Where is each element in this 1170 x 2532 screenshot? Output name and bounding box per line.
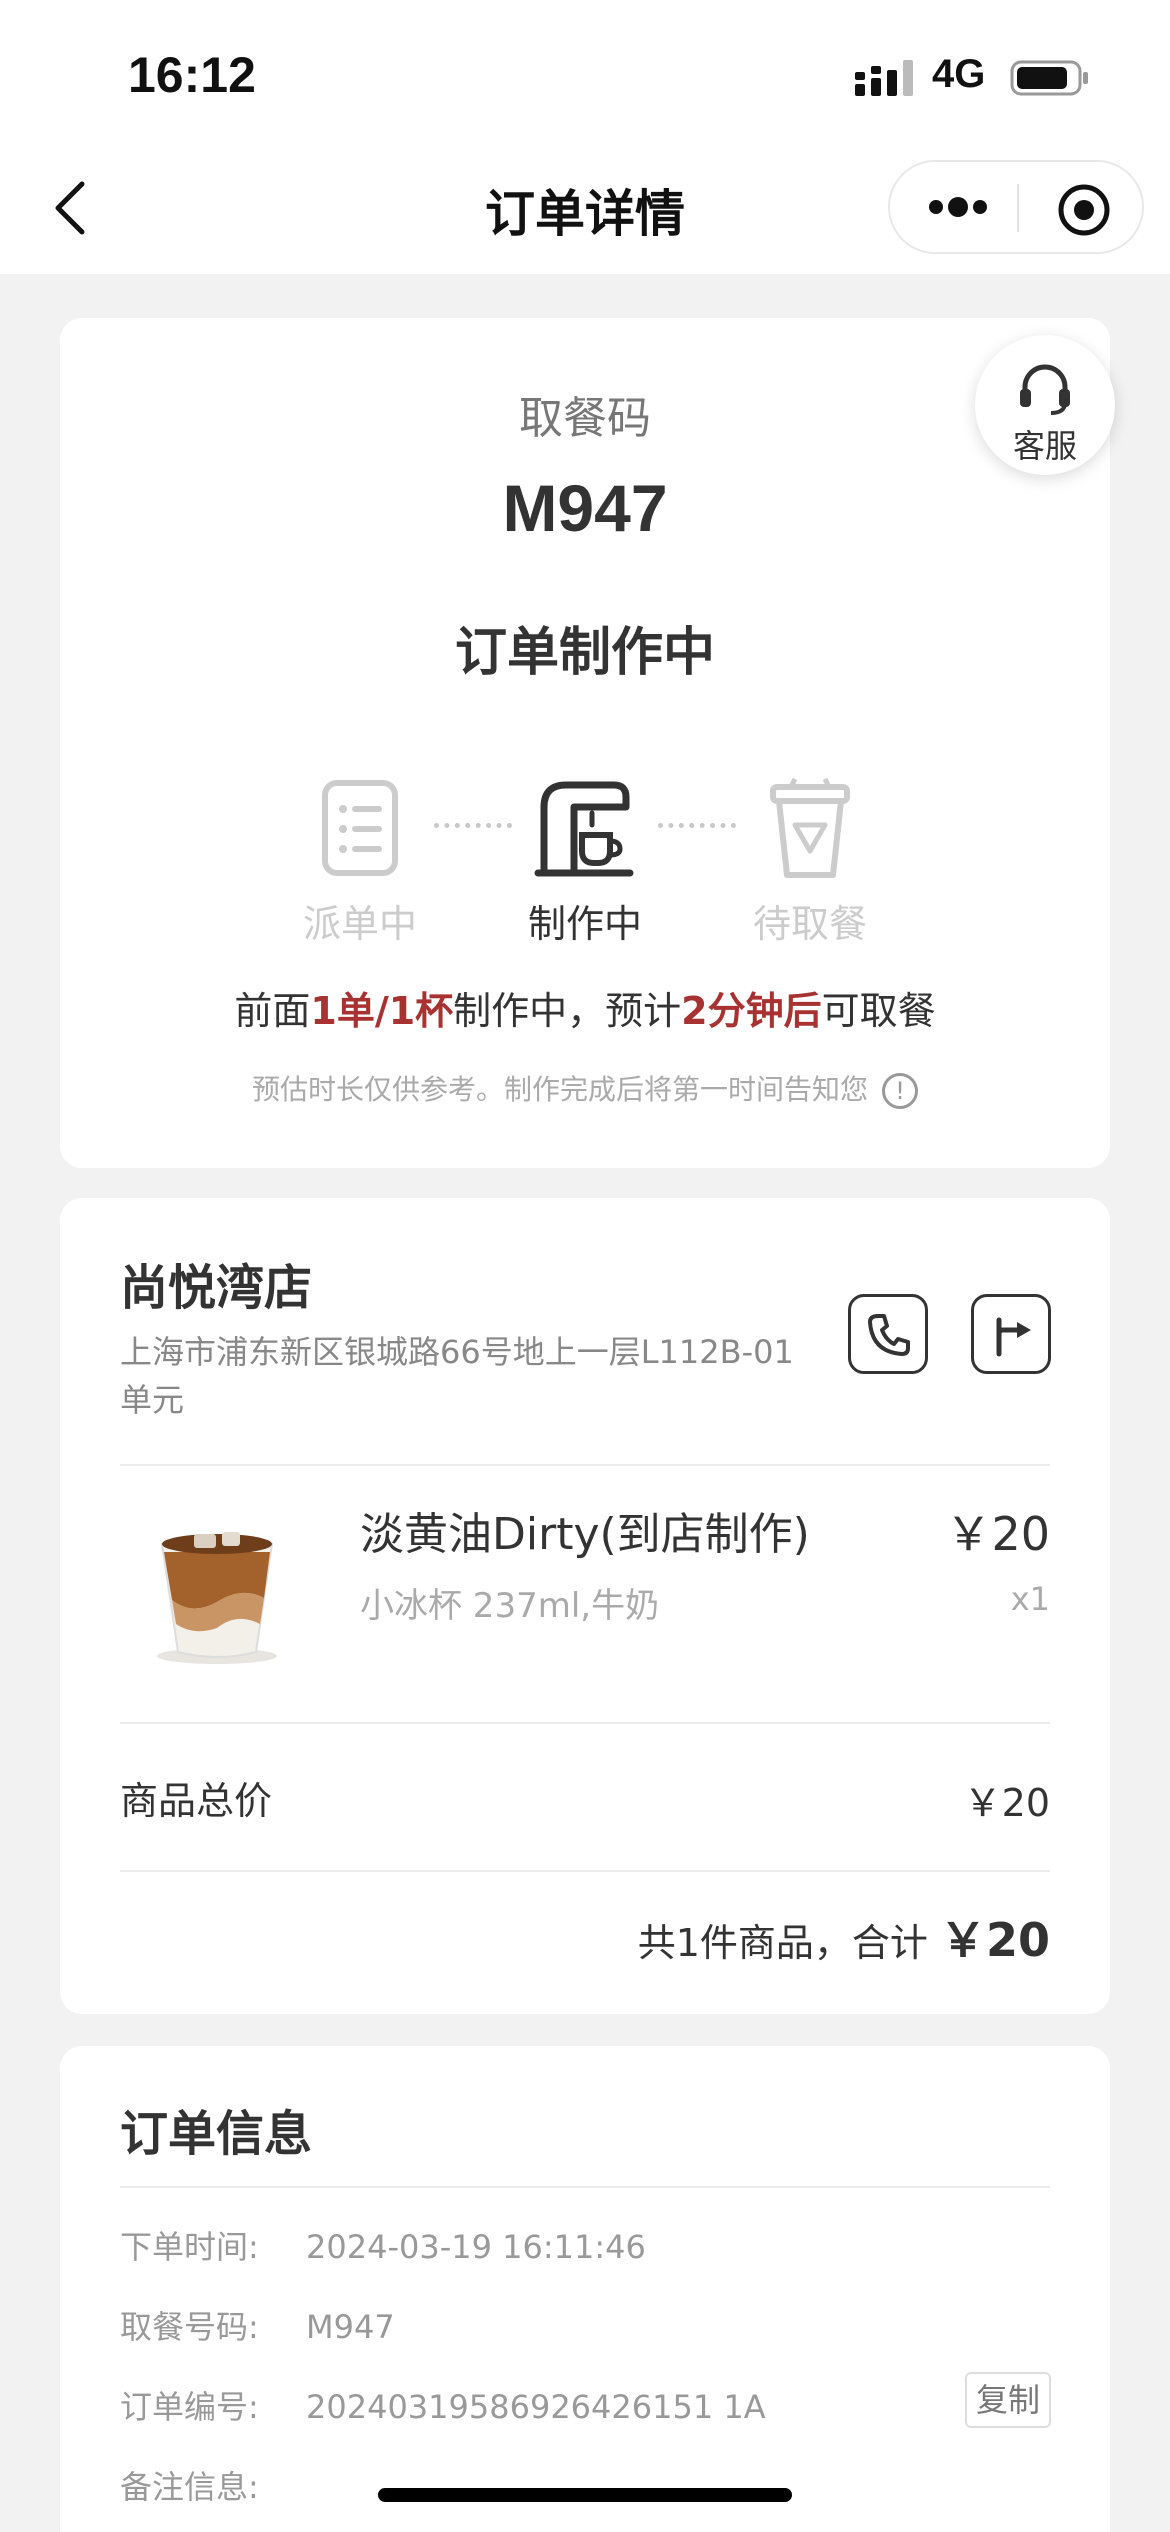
step-label: 制作中 [527,902,642,946]
info-row-pickup-number: 取餐号码: M947 [120,2302,395,2348]
product-image [157,1532,277,1664]
info-row-order-number: 订单编号: 20240319586926426151 1A [120,2382,766,2428]
order-status: 订单制作中 [454,623,715,683]
order-info-card: 订单信息 下单时间: 2024-03-19 16:11:46 取餐号码: M947 … [60,2046,1110,2532]
step-label: 派单中 [302,902,417,946]
order-info-title: 订单信息 [120,2106,313,2162]
order-list-icon [322,780,398,876]
subtotal-label: 商品总价 [120,1779,273,1823]
subtotal-value: ￥20 [963,1781,1050,1825]
store-product-card: 尚悦湾店 上海市浦东新区银城路66号地上一层L112B-01单元 淡黄油Dirt… [60,1198,1110,2014]
divider [120,1722,1050,1724]
info-row-remarks: 备注信息: [120,2462,306,2508]
pickup-code: M947 [502,471,668,545]
status-time: 16:12 [128,47,256,103]
capsule-divider [1017,184,1019,232]
status-bar: 16:12 4G [0,0,1170,150]
takeaway-cup-icon [770,777,850,878]
info-row-order-time: 下单时间: 2024-03-19 16:11:46 [120,2222,646,2268]
queue-count: 1单/1杯 [310,989,454,1033]
step-ready-for-pickup: 待取餐 [710,773,910,948]
estimate-hint: 预估时长仅供参考。制作完成后将第一时间告知您! [60,1068,1110,1109]
step-making: 制作中 [485,773,685,948]
info-value: M947 [306,2308,395,2346]
queue-suffix: 可取餐 [821,989,936,1033]
info-key: 取餐号码: [120,2308,259,2346]
coffee-machine-icon [534,781,634,877]
home-indicator [378,2488,792,2502]
queue-prefix: 前面 [234,989,311,1033]
store-address: 上海市浦东新区银城路66号地上一层L112B-01单元 [120,1333,794,1419]
pickup-code-label: 取餐码 [519,393,651,444]
info-icon[interactable]: ! [882,1073,918,1109]
navigation-icon [996,1317,1031,1357]
order-total: 共1件商品，合计 ￥20 [638,1904,1050,1970]
divider [120,1464,1050,1466]
pickup-status-card: 客服 取餐码 M947 订单制作中 派单中 制作中 待取餐 前面1单/1杯制作中… [60,318,1115,1168]
step-label: 待取餐 [752,902,867,946]
store-name: 尚悦湾店 [120,1260,313,1316]
info-value: 20240319586926426151 1A [306,2388,766,2426]
close-miniprogram-icon[interactable] [1056,182,1112,238]
copy-order-number-button[interactable]: 复制 [965,2372,1051,2428]
network-type: 4G [932,52,986,96]
phone-icon [868,1314,910,1356]
info-value: 2024-03-19 16:11:46 [306,2228,646,2266]
miniprogram-capsule [888,160,1144,254]
nav-bar: 订单详情 [0,150,1170,274]
navigate-button[interactable] [971,1294,1051,1374]
product-spec: 小冰杯 237ml,牛奶 [360,1586,660,1626]
queue-middle: 制作中，预计 [453,989,682,1033]
total-amount: ￥20 [939,1913,1050,1967]
more-icon[interactable] [926,190,990,224]
total-prefix: 共1件商品，合计 [637,1921,928,1965]
queue-message: 前面1单/1杯制作中，预计2分钟后可取餐 [60,980,1110,1035]
info-key: 下单时间: [120,2228,259,2266]
queue-eta: 2分钟后 [681,989,822,1033]
product-name: 淡黄油Dirty(到店制作) [360,1509,810,1560]
battery-icon [1010,60,1088,96]
divider [120,1870,1050,1872]
hint-text: 预估时长仅供参考。制作完成后将第一时间告知您 [251,1073,868,1106]
divider [120,2186,1050,2188]
info-key: 备注信息: [120,2468,259,2506]
step-dispatching: 派单中 [260,773,460,948]
product-price: ￥20 [945,1507,1050,1561]
signal-icon [855,60,913,96]
call-store-button[interactable] [848,1294,928,1374]
info-key: 订单编号: [120,2388,259,2426]
product-quantity: x1 [1010,1580,1050,1618]
